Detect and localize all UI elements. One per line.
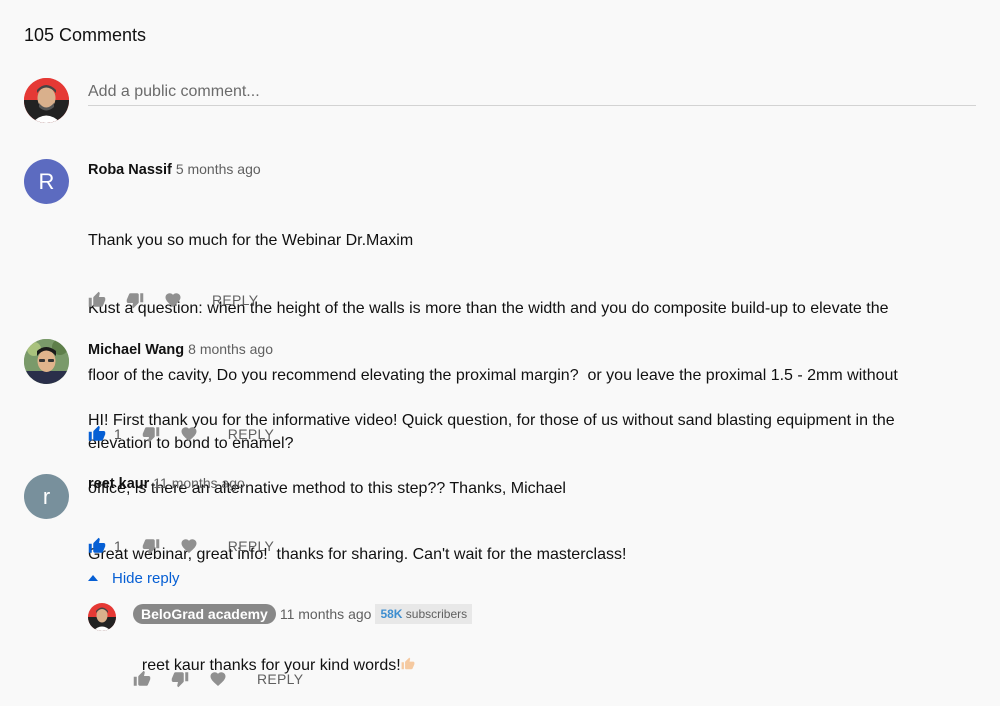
reply-header: BeloGrad academy 11 months ago 58K subsc… bbox=[133, 604, 473, 624]
comment-time[interactable]: 11 months ago bbox=[280, 606, 372, 622]
author-name[interactable]: Michael Wang bbox=[88, 342, 184, 358]
heart-icon[interactable] bbox=[178, 535, 200, 557]
add-comment-input[interactable] bbox=[88, 78, 976, 106]
hide-reply-label: Hide reply bbox=[112, 570, 180, 587]
author-avatar[interactable] bbox=[24, 339, 69, 384]
current-user-avatar[interactable] bbox=[24, 78, 69, 123]
user-photo-icon bbox=[24, 339, 69, 384]
comment-header: Michael Wang 8 months ago bbox=[88, 341, 273, 358]
comment-time[interactable]: 5 months ago bbox=[176, 161, 261, 177]
thumbs-up-emoji-icon bbox=[401, 657, 415, 669]
avatar-letter: R bbox=[38, 168, 55, 194]
user-photo-icon bbox=[88, 603, 116, 631]
like-count: 1 bbox=[114, 538, 122, 554]
like-icon-active[interactable] bbox=[86, 535, 108, 557]
dislike-icon[interactable] bbox=[140, 423, 162, 445]
subscribers-badge: 58K subscribers bbox=[375, 604, 473, 624]
reply-actions: REPLY bbox=[131, 667, 303, 691]
like-icon-active[interactable] bbox=[86, 423, 108, 445]
reply-button[interactable]: REPLY bbox=[228, 426, 274, 442]
dislike-icon[interactable] bbox=[124, 289, 146, 311]
subscriber-label: subscribers bbox=[402, 607, 468, 621]
heart-icon[interactable] bbox=[207, 668, 229, 690]
author-avatar[interactable]: R bbox=[24, 159, 69, 204]
avatar-letter: r bbox=[42, 483, 51, 509]
reply-button[interactable]: REPLY bbox=[257, 671, 303, 687]
comment-actions: 1 REPLY bbox=[86, 422, 274, 446]
comment-time[interactable]: 11 months ago bbox=[153, 475, 245, 491]
dislike-icon[interactable] bbox=[169, 668, 191, 690]
comment-time[interactable]: 8 months ago bbox=[188, 341, 273, 357]
comment-header: reet kaur 11 months ago bbox=[88, 475, 245, 492]
author-name[interactable]: reet kaur bbox=[88, 476, 149, 492]
author-name[interactable]: Roba Nassif bbox=[88, 162, 172, 178]
heart-icon[interactable] bbox=[178, 423, 200, 445]
like-icon[interactable] bbox=[86, 289, 108, 311]
author-avatar[interactable]: r bbox=[24, 474, 69, 519]
comment-line: Thank you so much for the Webinar Dr.Max… bbox=[88, 232, 414, 249]
reply-button[interactable]: REPLY bbox=[212, 292, 258, 308]
reply-author-avatar[interactable] bbox=[88, 603, 116, 631]
comment-header: Roba Nassif 5 months ago bbox=[88, 161, 261, 178]
channel-owner-badge[interactable]: BeloGrad academy bbox=[133, 604, 276, 624]
user-photo-icon bbox=[24, 78, 69, 123]
comments-count: 105 Comments bbox=[24, 25, 147, 45]
comment-actions: REPLY bbox=[86, 288, 258, 312]
like-icon[interactable] bbox=[131, 668, 153, 690]
comment-actions: 1 REPLY bbox=[86, 534, 274, 558]
chevron-up-icon bbox=[88, 574, 98, 581]
dislike-icon[interactable] bbox=[140, 535, 162, 557]
heart-icon[interactable] bbox=[162, 289, 184, 311]
hide-reply-toggle[interactable]: Hide reply bbox=[88, 570, 180, 587]
subscriber-count: 58K bbox=[380, 607, 403, 621]
reply-button[interactable]: REPLY bbox=[228, 538, 274, 554]
like-count: 1 bbox=[114, 426, 122, 442]
